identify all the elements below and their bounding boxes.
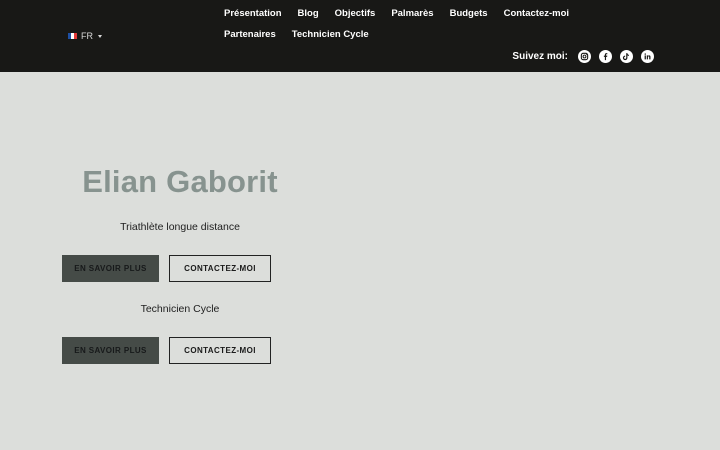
learn-more-button[interactable]: EN SAVOIR PLUS [62,255,159,282]
chevron-down-icon [98,34,102,38]
site-header: FR Présentation Blog Objectifs Palmarès … [0,0,720,72]
tiktok-icon[interactable] [620,49,633,63]
nav-item-objectifs[interactable]: Objectifs [327,4,384,25]
nav-item-presentation[interactable]: Présentation [216,4,290,25]
linkedin-icon[interactable] [641,49,654,63]
instagram-icon[interactable] [578,49,591,63]
learn-more-button-technicien[interactable]: EN SAVOIR PLUS [62,337,159,364]
nav-item-palmares[interactable]: Palmarès [383,4,441,25]
nav-item-blog[interactable]: Blog [290,4,327,25]
france-flag-icon [68,33,77,39]
hero-subtitle-technicien: Technicien Cycle [140,303,220,315]
hero-title: Elian Gaborit [82,164,278,199]
facebook-icon[interactable] [599,49,612,63]
hero-subtitle-triathlete: Triathlète longue distance [120,221,240,233]
nav-item-partenaires[interactable]: Partenaires [216,25,284,46]
language-selector[interactable]: FR [68,31,102,41]
social-links: Suivez moi: [512,49,654,63]
contact-button-technicien[interactable]: CONTACTEZ-MOI [169,337,271,364]
nav-item-budgets[interactable]: Budgets [442,4,496,25]
nav-item-contactez-moi[interactable]: Contactez-moi [496,4,577,25]
language-code: FR [81,31,93,41]
contact-button[interactable]: CONTACTEZ-MOI [169,255,271,282]
social-label: Suivez moi: [512,50,568,62]
main-nav: Présentation Blog Objectifs Palmarès Bud… [216,4,636,45]
nav-item-technicien-cycle[interactable]: Technicien Cycle [284,25,377,46]
